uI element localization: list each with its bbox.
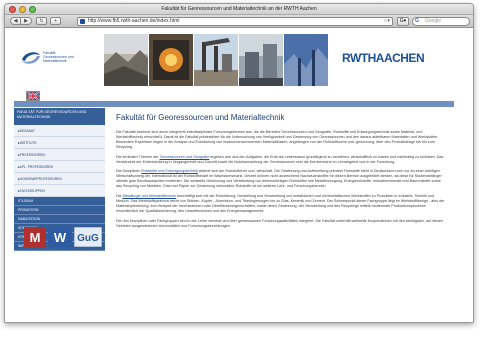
web-page: Fakultät Georessourcen und Materialtechn… — [5, 29, 473, 322]
url-text: http://www.fb5.rwth-aachen.de/index.html — [88, 18, 180, 24]
close-window-button[interactable] — [9, 6, 16, 13]
browser-window: Fakultät für Georessourcen und Materialt… — [4, 3, 474, 323]
header-photo-3 — [194, 34, 238, 86]
svg-text:GuG: GuG — [77, 233, 99, 244]
page-column: Fakultät Georessourcen und Materialtechn… — [14, 29, 454, 322]
title-bar: Fakultät für Georessourcen und Materialt… — [5, 4, 473, 15]
main-content: Fakultät für Georessourcen und Materialt… — [116, 113, 446, 234]
rwth-logo[interactable]: RWTHAACHEN — [342, 51, 425, 65]
site-header: Fakultät Georessourcen und Materialtechn… — [14, 32, 454, 90]
header-photo-2 — [149, 34, 193, 86]
page-title: Fakultät für Georessourcen und Materialt… — [116, 113, 285, 122]
window-controls — [9, 6, 36, 13]
window-title: Fakultät für Georessourcen und Materialt… — [161, 6, 317, 12]
sidebar-item-apl-professoren[interactable]: ▸APL. PROFESSOREN — [14, 161, 105, 173]
sidebar-item-promotion[interactable]: PROMOTION — [14, 206, 105, 215]
intro-paragraph: Die Fakultät zeichnet sich durch integri… — [116, 130, 439, 149]
metallurgie-link[interactable]: Metallurgie und Werkstofftechnik — [123, 194, 176, 198]
svg-text:W: W — [54, 230, 67, 245]
sidebar-item-fachgruppen[interactable]: ▸FACHGRUPPEN — [14, 185, 105, 197]
closing-paragraph: Die drei Disziplinen oder Fachgruppen si… — [116, 218, 444, 228]
language-bar — [14, 91, 454, 101]
sidebar-item-studium[interactable]: STUDIUM — [14, 197, 105, 206]
add-bookmark-button[interactable]: + — [50, 17, 61, 25]
svg-text:M: M — [30, 230, 41, 245]
minimize-window-button[interactable] — [19, 6, 26, 13]
reload-button[interactable]: ↻ — [36, 17, 47, 25]
address-bar[interactable]: http://www.fb5.rwth-aachen.de/index.html… — [77, 17, 393, 26]
group-logos[interactable]: M W GuG — [24, 225, 102, 249]
forward-button[interactable]: ▶ — [21, 17, 32, 25]
faculty-logo[interactable]: Fakultät Georessourcen und Materialtechn… — [20, 48, 80, 70]
google-icon: G — [415, 18, 419, 24]
faculty-logo-icon — [22, 52, 40, 64]
metallurgie-paragraph: Die Metallurgie und Werkstofftechnik bes… — [116, 194, 445, 213]
faculty-logo-text: Fakultät Georessourcen und Materialtechn… — [43, 51, 74, 63]
sidebar-item-honorarprofessoren[interactable]: ▸HONORARPROFESSOREN — [14, 173, 105, 185]
rohstoffe-link[interactable]: Rohstoffe und Entsorgungstechnik — [141, 169, 197, 173]
search-engine-button[interactable]: G▾ — [397, 17, 409, 26]
search-placeholder: Google — [425, 18, 442, 24]
browser-toolbar: ◀ ▶ ↻ + http://www.fb5.rwth-aachen.de/in… — [5, 15, 473, 28]
back-button[interactable]: ◀ — [10, 17, 21, 25]
sidebar-item-dekanat[interactable]: ▸DEKANAT — [14, 125, 105, 137]
georessourcen-link[interactable]: Georessourcen und Geografie — [160, 155, 210, 159]
sidebar-item-habilitation[interactable]: HABILITATION — [14, 215, 105, 224]
sidebar-header[interactable]: FAKULTÄT FÜR GEORESSOURCEN UND MATERIALT… — [14, 108, 105, 125]
favicon-icon — [80, 19, 85, 24]
search-input[interactable]: G Google — [412, 17, 470, 26]
header-photo-1 — [104, 34, 148, 86]
rohstoffe-paragraph: Die Disziplinen Rohstoffe und Entsorgung… — [116, 169, 442, 189]
uk-flag-icon[interactable] — [26, 91, 40, 101]
header-divider — [14, 101, 454, 107]
sidebar-item-professoren[interactable]: ▸PROFESSOREN — [14, 149, 105, 161]
georessourcen-paragraph: Die zentralen Themen der Georessourcen u… — [116, 154, 444, 164]
header-photo-5 — [284, 34, 328, 86]
sidebar-item-institute[interactable]: ▸INSTITUTE — [14, 137, 105, 149]
bookmark-star-icon[interactable]: ☆▾ — [383, 18, 390, 25]
zoom-window-button[interactable] — [29, 6, 36, 13]
nav-buttons: ◀ ▶ — [10, 17, 32, 25]
header-photo-4 — [239, 34, 283, 86]
